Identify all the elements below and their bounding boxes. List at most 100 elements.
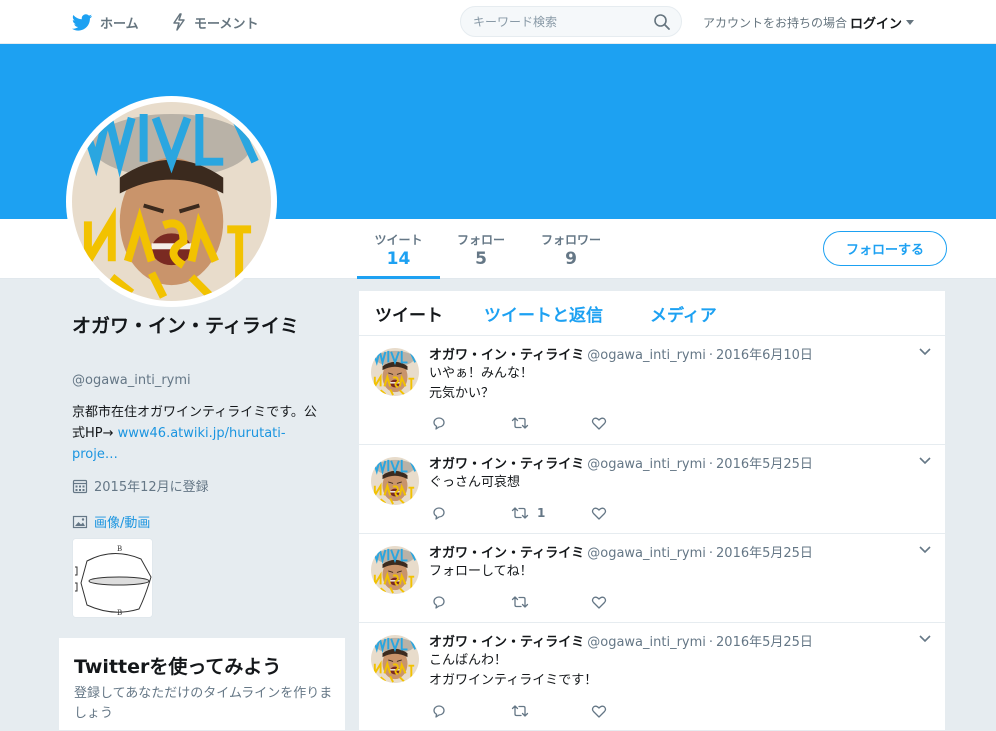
stat-followers-value: 9 <box>565 249 577 269</box>
retweet-button[interactable] <box>511 415 591 431</box>
login-link[interactable]: ログイン <box>850 13 902 32</box>
tweet-item[interactable]: オガワ・イン・ティライミ @ogawa_inti_rymi · 2016年5月25日 … <box>359 623 945 730</box>
login-prompt: アカウントをお持ちの場合 <box>703 15 848 30</box>
nav-home-label: ホーム <box>100 16 139 32</box>
tweet-date[interactable]: 2016年5月25日 <box>716 546 813 561</box>
calendar-icon <box>72 479 88 493</box>
media-thumbnail[interactable]: B B <box>72 538 153 618</box>
reply-icon <box>433 417 445 430</box>
signup-title: Twitterを使ってみよう <box>74 656 282 678</box>
tweet-date[interactable]: 2016年5月25日 <box>716 635 813 650</box>
tweet-author-name[interactable]: オガワ・イン・ティライミ <box>429 457 584 472</box>
heart-icon <box>591 417 607 430</box>
tweet-author-name[interactable]: オガワ・イン・ティライミ <box>429 348 584 363</box>
stat-tweets-label: ツイート <box>374 233 423 247</box>
tweet-item[interactable]: オガワ・イン・ティライミ @ogawa_inti_rymi · 2016年5月25日 … <box>359 534 945 623</box>
retweet-icon <box>511 507 529 519</box>
media-thumbnail-image: B B <box>73 539 152 617</box>
like-button[interactable] <box>591 505 671 521</box>
retweet-icon <box>511 705 529 717</box>
tweet-header: オガワ・イン・ティライミ @ogawa_inti_rymi · 2016年6月10日 <box>429 344 813 363</box>
timeline-tabs: ツイート ツイートと返信 メディア <box>359 291 945 336</box>
profile-name[interactable]: オガワ・イン・ティライミ <box>72 312 332 340</box>
tweet-author-name[interactable]: オガワ・イン・ティライミ <box>429 546 584 561</box>
profile-avatar-image <box>72 102 271 301</box>
stat-following-label: フォロー <box>456 233 505 247</box>
reply-button[interactable] <box>431 594 511 610</box>
heart-icon <box>591 596 607 609</box>
chevron-down-icon[interactable] <box>919 348 931 356</box>
stat-followers-label: フォロワー <box>540 233 601 247</box>
tweet-avatar[interactable] <box>371 546 419 594</box>
nav-home[interactable]: ホーム <box>72 0 139 44</box>
stat-following[interactable]: フォロー 5 <box>440 219 522 279</box>
like-button[interactable] <box>591 415 671 431</box>
media-link[interactable]: 画像/動画 <box>72 512 150 531</box>
login-area: アカウントをお持ちの場合 ログイン <box>703 0 915 44</box>
tweet-actions <box>431 703 671 719</box>
chevron-down-icon[interactable] <box>919 546 931 554</box>
joined-text: 2015年12月に登録 <box>94 480 209 495</box>
stat-followers[interactable]: フォロワー 9 <box>522 219 620 279</box>
tweet-item[interactable]: オガワ・イン・ティライミ @ogawa_inti_rymi · 2016年5月25日 … <box>359 445 945 534</box>
retweet-button[interactable]: 1 <box>511 505 591 521</box>
tweet-text-line: ぐっさん可哀想 <box>429 475 521 490</box>
tab-tweets-replies[interactable]: ツイートと返信 <box>484 301 603 326</box>
reply-button[interactable] <box>431 505 511 521</box>
follow-button[interactable]: フォローする <box>823 231 947 266</box>
chevron-down-icon[interactable] <box>919 635 931 643</box>
tweet-text-line: こんばんわ！ <box>429 653 508 668</box>
retweet-button[interactable] <box>511 703 591 719</box>
tweet-separator: · <box>708 457 714 472</box>
media-link-label: 画像/動画 <box>94 516 151 531</box>
stat-tweets-value: 14 <box>386 249 411 269</box>
nav-moments[interactable]: モーメント <box>172 0 258 44</box>
tweet-text: フォローしてね！ <box>429 562 533 582</box>
like-button[interactable] <box>591 594 671 610</box>
tweet-author-handle[interactable]: @ogawa_inti_rymi <box>587 635 706 650</box>
tweet-header: オガワ・イン・ティライミ @ogawa_inti_rymi · 2016年5月25日 <box>429 631 813 650</box>
tweet-avatar[interactable] <box>371 457 419 505</box>
svg-text:B: B <box>117 609 122 617</box>
reply-icon <box>433 596 445 609</box>
tweet-item[interactable]: オガワ・イン・ティライミ @ogawa_inti_rymi · 2016年6月10日 … <box>359 336 945 445</box>
heart-icon <box>591 705 607 718</box>
profile-avatar[interactable] <box>66 96 277 307</box>
tweet-author-handle[interactable]: @ogawa_inti_rymi <box>587 348 706 363</box>
tweet-author-handle[interactable]: @ogawa_inti_rymi <box>587 546 706 561</box>
search-box <box>460 6 682 37</box>
chevron-down-icon[interactable] <box>919 457 931 465</box>
tweet-date[interactable]: 2016年6月10日 <box>716 348 813 363</box>
stat-following-value: 5 <box>475 249 487 269</box>
reply-icon <box>433 705 445 718</box>
tweet-author-handle[interactable]: @ogawa_inti_rymi <box>587 457 706 472</box>
reply-button[interactable] <box>431 703 511 719</box>
reply-button[interactable] <box>431 415 511 431</box>
caret-down-icon[interactable] <box>906 19 915 25</box>
search-icon[interactable] <box>653 13 671 31</box>
svg-text:B: B <box>117 545 122 553</box>
lightning-icon <box>173 13 185 31</box>
tweet-text-line: 元気かい？ <box>429 386 495 401</box>
profile-handle[interactable]: @ogawa_inti_rymi <box>72 373 191 388</box>
tweet-avatar[interactable] <box>371 348 419 396</box>
tab-tweets[interactable]: ツイート <box>375 301 443 326</box>
tweet-actions <box>431 594 671 610</box>
tweet-separator: · <box>708 546 714 561</box>
signup-card: Twitterを使ってみよう 登録してあなただけのタイムラインを作りましょう <box>58 637 346 731</box>
tweet-author-name[interactable]: オガワ・イン・ティライミ <box>429 635 584 650</box>
tweet-header: オガワ・イン・ティライミ @ogawa_inti_rymi · 2016年5月25日 <box>429 542 813 561</box>
stat-tweets[interactable]: ツイート 14 <box>357 219 440 279</box>
search-input[interactable] <box>473 13 643 31</box>
like-button[interactable] <box>591 703 671 719</box>
heart-icon <box>591 507 607 520</box>
joined-date: 2015年12月に登録 <box>72 476 209 495</box>
tweet-text: こんばんわ！ オガワインティライミです！ <box>429 651 597 691</box>
tweet-date[interactable]: 2016年5月25日 <box>716 457 813 472</box>
top-navigation: ホーム モーメント アカウントをお持ちの場合 ログイン <box>0 0 996 44</box>
tweet-avatar[interactable] <box>371 635 419 683</box>
twitter-bird-icon <box>72 13 92 31</box>
retweet-button[interactable] <box>511 594 591 610</box>
tweet-actions: 1 <box>431 505 671 521</box>
tab-media[interactable]: メディア <box>650 301 717 326</box>
